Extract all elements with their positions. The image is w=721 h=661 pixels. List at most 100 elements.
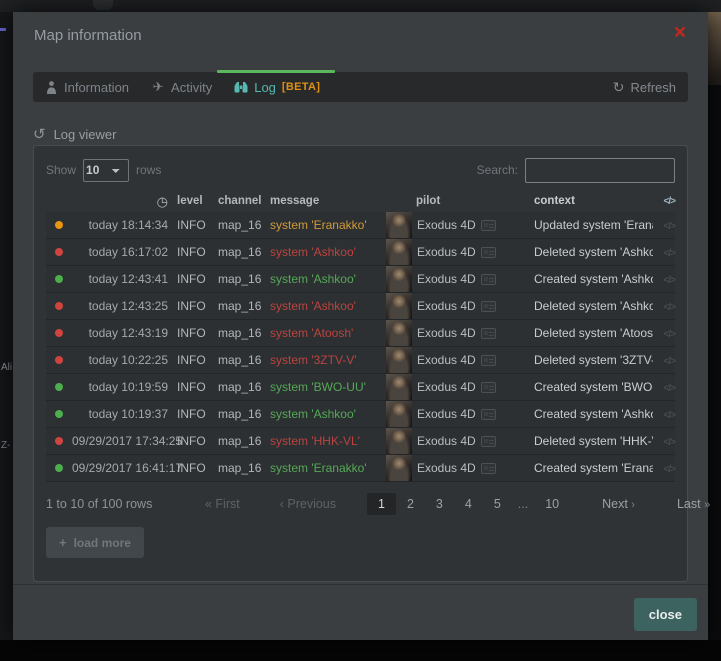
pilot-avatar (386, 293, 412, 319)
pilot-avatar (386, 239, 412, 265)
code-cell: </> (653, 326, 675, 340)
search-group: Search: (477, 158, 675, 183)
double-chevron-right-icon: » (704, 499, 710, 511)
pilot-card-icon[interactable] (481, 328, 496, 339)
pilot-card-icon[interactable] (481, 220, 496, 231)
pilot-card-icon[interactable] (481, 409, 496, 420)
modal-close-icon[interactable]: × (674, 20, 686, 46)
channel-cell: map_16 (218, 461, 270, 475)
tab-information[interactable]: Information (33, 72, 140, 102)
pagination-page-1[interactable]: 1 (367, 493, 396, 515)
code-icon[interactable]: </> (664, 248, 675, 259)
map-information-modal: Map information × Information ✈ Activity… (13, 12, 708, 640)
pagination-page-4[interactable]: 4 (454, 493, 483, 515)
pilot-cell: Exodus 4D (386, 320, 534, 346)
header-channel[interactable]: channel (218, 195, 270, 207)
status-dot (55, 329, 63, 337)
binoculars-icon (234, 80, 248, 94)
pagination-previous[interactable]: ‹ Previous (271, 493, 345, 515)
pagination-page-5[interactable]: 5 (483, 493, 512, 515)
table-row: today 18:14:34 INFO map_16 system 'Erana… (46, 212, 675, 239)
background-map-strip: Ali Z- (0, 12, 13, 640)
search-input[interactable] (525, 158, 675, 183)
level-cell: INFO (168, 407, 218, 421)
refresh-button[interactable]: ↻ Refresh (601, 72, 688, 102)
log-table: ◷ level channel message pilot context </… (46, 190, 675, 482)
history-icon: ↺ (33, 125, 46, 143)
table-row: today 10:19:59 INFO map_16 system 'BWO-U… (46, 374, 675, 401)
background-right-strip (708, 12, 721, 640)
status-dot (55, 221, 63, 229)
message-cell: system 'Ashkoo' (270, 407, 386, 421)
header-pilot[interactable]: pilot (386, 195, 534, 207)
status-cell (46, 248, 72, 256)
pilot-card-icon[interactable] (481, 355, 496, 366)
pagination-last[interactable]: Last » (667, 493, 720, 515)
code-cell: </> (653, 380, 675, 394)
code-icon[interactable]: </> (664, 410, 675, 421)
tab-activity[interactable]: ✈ Activity (140, 72, 223, 102)
tab-log-label: Log (254, 80, 276, 95)
header-context[interactable]: context (534, 195, 653, 207)
pilot-avatar (386, 320, 412, 346)
pilot-card-icon[interactable] (481, 247, 496, 258)
background-bottom-strip (0, 640, 721, 661)
status-dot (55, 356, 63, 364)
tab-log[interactable]: Log [BETA] (223, 72, 331, 102)
level-cell: INFO (168, 353, 218, 367)
code-icon[interactable]: </> (664, 275, 675, 286)
status-dot (55, 437, 63, 445)
log-viewer-heading: ↺ Log viewer (33, 125, 116, 143)
context-cell: Created system 'Eranakko... (534, 461, 653, 475)
status-cell (46, 275, 72, 283)
refresh-label: Refresh (630, 80, 676, 95)
code-icon[interactable]: </> (664, 302, 675, 313)
table-row: today 10:22:25 INFO map_16 system '3ZTV-… (46, 347, 675, 374)
channel-cell: map_16 (218, 380, 270, 394)
status-cell (46, 329, 72, 337)
pilot-card-icon[interactable] (481, 274, 496, 285)
channel-cell: map_16 (218, 245, 270, 259)
level-cell: INFO (168, 245, 218, 259)
time-cell: today 12:43:19 (72, 326, 168, 340)
pagination-page-10[interactable]: 10 (534, 493, 570, 515)
code-icon[interactable]: </> (664, 383, 675, 394)
pilot-avatar (386, 212, 412, 238)
header-message[interactable]: message (270, 195, 386, 207)
channel-cell: map_16 (218, 299, 270, 313)
context-cell: Deleted system 'Ashkoo' ... (534, 245, 653, 259)
background-top-bar (0, 0, 721, 12)
context-cell: Deleted system 'Ashkoo' ... (534, 299, 653, 313)
pilot-avatar (386, 401, 412, 427)
level-cell: INFO (168, 434, 218, 448)
header-level[interactable]: level (168, 195, 218, 207)
pagination-page-3[interactable]: 3 (425, 493, 454, 515)
load-more-button[interactable]: + load more (46, 527, 144, 558)
pagination-page-2[interactable]: 2 (396, 493, 425, 515)
pilot-card-icon[interactable] (481, 463, 496, 474)
page-size-select[interactable]: 10 (83, 159, 129, 182)
pilot-cell: Exodus 4D (386, 239, 534, 265)
level-cell: INFO (168, 218, 218, 232)
pilot-card-icon[interactable] (481, 436, 496, 447)
pilot-cell: Exodus 4D (386, 428, 534, 454)
code-icon[interactable]: </> (664, 356, 675, 367)
close-button[interactable]: close (634, 598, 697, 631)
pagination-next[interactable]: Next › (592, 493, 645, 515)
pilot-cell: Exodus 4D (386, 374, 534, 400)
time-cell: today 12:43:25 (72, 299, 168, 313)
code-icon[interactable]: </> (664, 464, 675, 475)
status-cell (46, 437, 72, 445)
pilot-name: Exodus 4D (417, 272, 476, 286)
rows-label: rows (136, 163, 161, 177)
pagination-first[interactable]: « First (196, 493, 249, 515)
code-icon[interactable]: </> (664, 221, 675, 232)
code-icon[interactable]: </> (664, 329, 675, 340)
channel-cell: map_16 (218, 218, 270, 232)
pilot-card-icon[interactable] (481, 382, 496, 393)
background-map-line (0, 28, 6, 31)
code-icon[interactable]: </> (664, 437, 675, 448)
pagination-summary: 1 to 10 of 100 rows (46, 497, 196, 511)
pilot-card-icon[interactable] (481, 301, 496, 312)
channel-cell: map_16 (218, 326, 270, 340)
